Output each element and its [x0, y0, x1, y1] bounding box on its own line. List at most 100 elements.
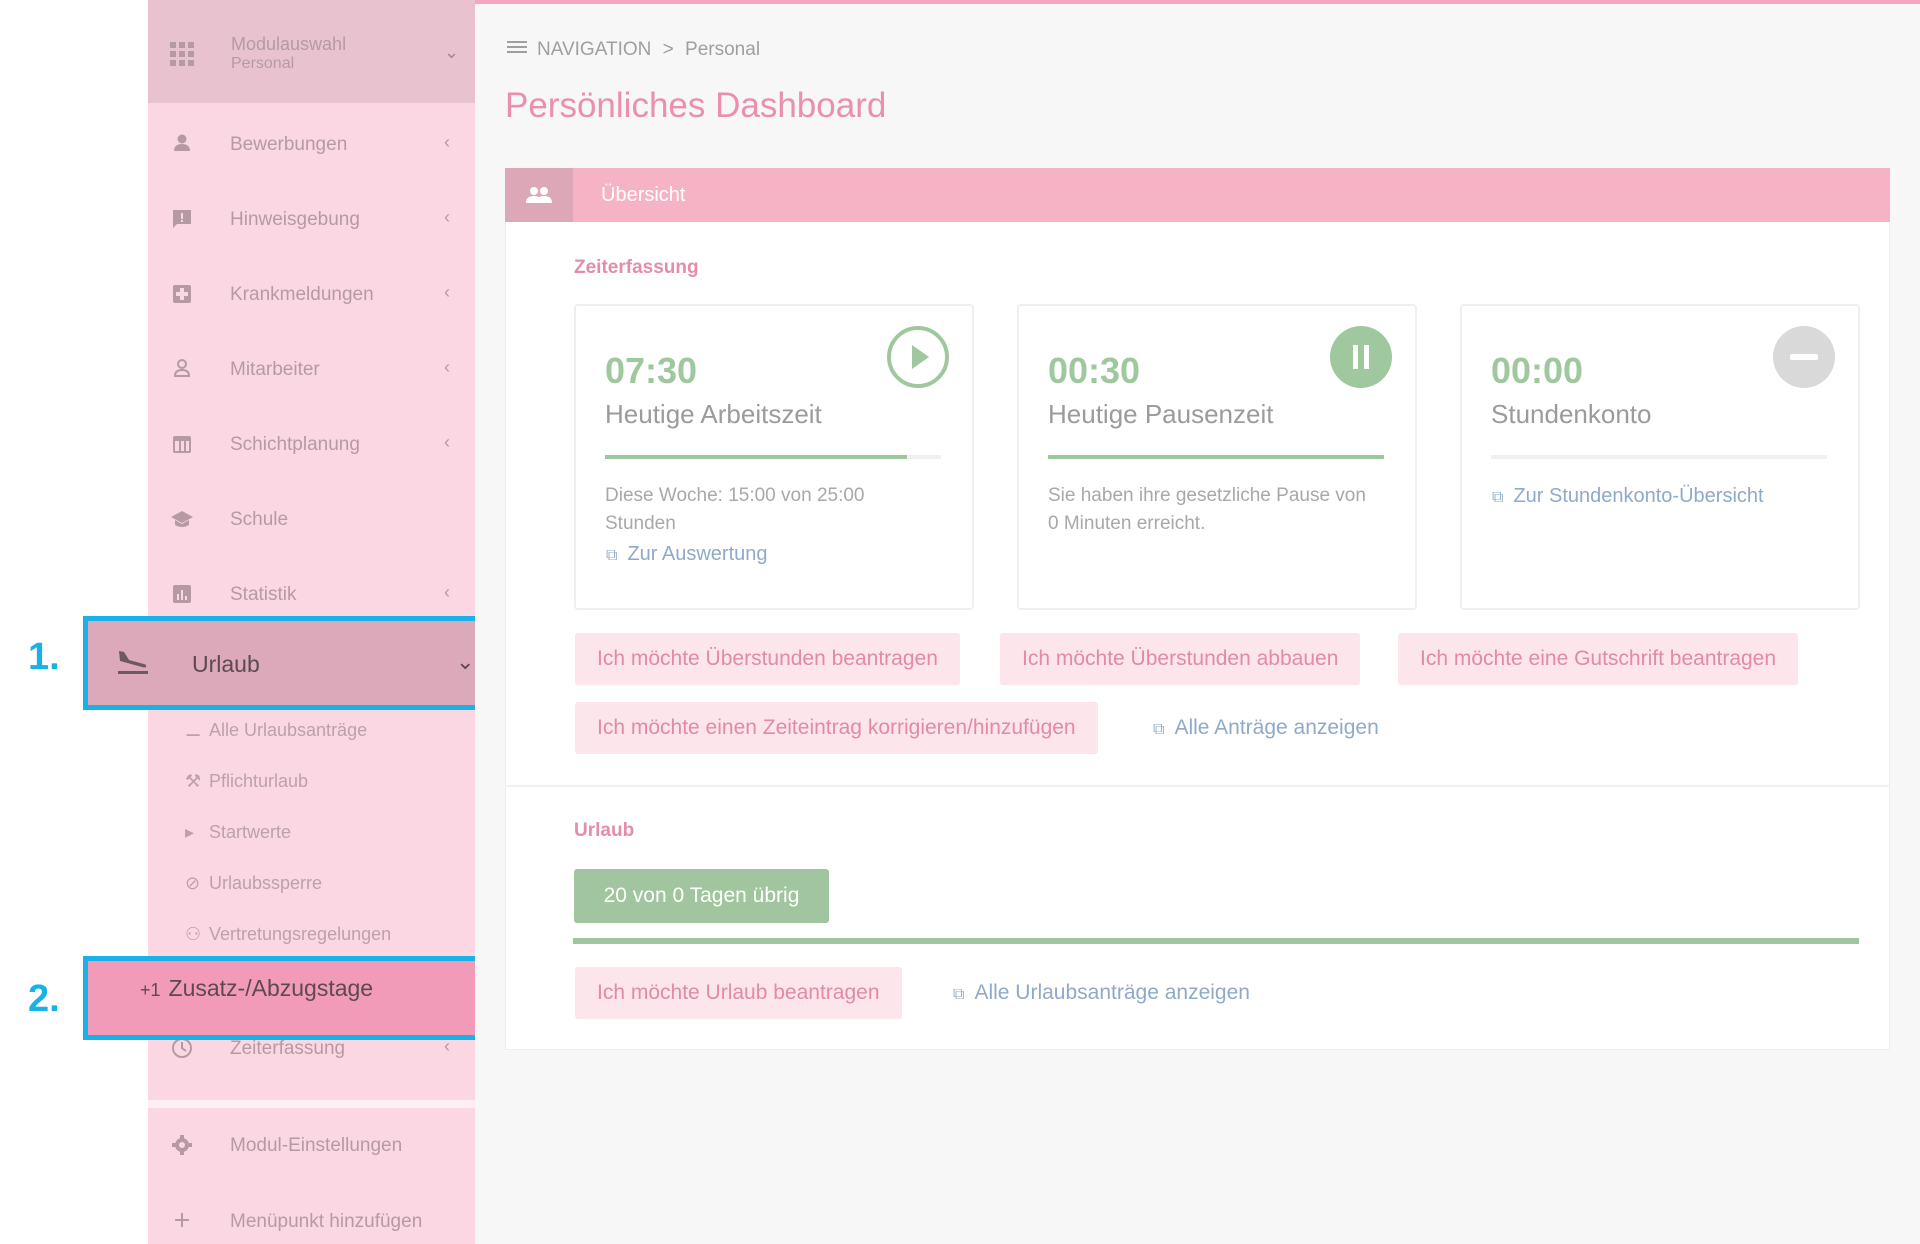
- link-label: Zur Stundenkonto-Übersicht: [1513, 485, 1764, 507]
- card-title: Stundenkonto: [1491, 399, 1652, 429]
- people-icon: [505, 168, 573, 222]
- chevron-left-icon: ‹: [444, 357, 450, 377]
- annotation-number-1: 1.: [28, 636, 60, 678]
- external-link-icon: ⧉: [953, 986, 965, 1003]
- sidebar-subitem-alle-urlaubsantraege[interactable]: ⚊ Alle Urlaubsanträge: [185, 720, 367, 741]
- block-icon: ⊘: [185, 873, 201, 893]
- section-title-urlaub: Urlaub: [574, 820, 635, 841]
- feedback-icon: [170, 208, 194, 232]
- page-title: Persönliches Dashboard: [505, 86, 887, 125]
- sidebar-item-modul-einstellungen[interactable]: Modul-Einstellungen: [148, 1116, 475, 1176]
- breadcrumb: NAVIGATION > Personal: [507, 39, 760, 61]
- gear-icon: [170, 1134, 194, 1158]
- card-text: Sie haben ihre gesetzliche Pause von 0 M…: [1048, 485, 1366, 534]
- breadcrumb-separator: >: [662, 39, 674, 60]
- link-alle-urlaubsantraege[interactable]: ⧉ Alle Urlaubsanträge anzeigen: [953, 981, 1250, 1005]
- people-icon: ⚇: [185, 924, 202, 944]
- sidebar-subitem-startwerte[interactable]: ▸ Startwerte: [185, 822, 291, 843]
- sidebar-subitem-label: Startwerte: [209, 822, 292, 842]
- menu-icon[interactable]: [507, 39, 529, 61]
- sidebar-item-label: Krankmeldungen: [230, 284, 374, 305]
- section-title-zeiterfassung: Zeiterfassung: [574, 257, 699, 278]
- apps-grid-icon: [170, 42, 194, 66]
- link-zur-auswertung[interactable]: ⧉ Zur Auswertung: [606, 543, 768, 566]
- sidebar-subitem-urlaubssperre[interactable]: ⊘ Urlaubssperre: [185, 873, 322, 894]
- breadcrumb-current: Personal: [685, 39, 761, 60]
- chevron-left-icon: ‹: [444, 432, 450, 452]
- sidebar-item-label: Modul-Einstellungen: [230, 1135, 403, 1156]
- correct-entry-button[interactable]: Ich möchte einen Zeiteintrag korrigieren…: [575, 702, 1098, 754]
- leave-progress-bar: [573, 938, 1859, 944]
- external-link-icon: ⧉: [1153, 721, 1165, 738]
- chevron-down-icon: ⌄: [444, 42, 460, 62]
- link-label: Alle Anträge anzeigen: [1174, 716, 1379, 739]
- sidebar-item-label: Menüpunkt hinzufügen: [230, 1211, 423, 1232]
- sidebar-item-mitarbeiter[interactable]: Mitarbeiter ‹: [148, 340, 475, 400]
- sidebar-item-krankmeldungen[interactable]: Krankmeldungen ‹: [148, 265, 475, 325]
- flight-land-icon: ⚊: [185, 720, 202, 740]
- panel-title: Übersicht: [601, 184, 686, 206]
- play-button[interactable]: [887, 326, 949, 388]
- sidebar-item-label: Mitarbeiter: [230, 359, 320, 380]
- play-icon: ▸: [185, 822, 195, 842]
- module-subtitle: Personal: [231, 55, 295, 72]
- progress-fill: [1048, 455, 1384, 459]
- sidebar-divider: [148, 1100, 475, 1108]
- clock-icon: [170, 1037, 194, 1061]
- sidebar-item-label: Zeiterfassung: [230, 1038, 346, 1059]
- sidebar-subitem-pflichturlaub[interactable]: ⚒ Pflichturlaub: [185, 771, 308, 792]
- sidebar-item-label: Schule: [230, 509, 289, 530]
- overtime-reduce-button[interactable]: Ich möchte Überstunden abbauen: [1000, 633, 1361, 685]
- progress-fill: [605, 455, 907, 459]
- link-label: Alle Urlaubsanträge anzeigen: [974, 981, 1250, 1004]
- sidebar-item-schule[interactable]: Schule: [148, 490, 475, 550]
- card-time: 00:30: [1048, 350, 1141, 391]
- chevron-left-icon: ‹: [444, 207, 450, 227]
- progress-track: [1491, 455, 1827, 459]
- external-link-icon: ⧉: [606, 547, 618, 564]
- overtime-request-button[interactable]: Ich möchte Überstunden beantragen: [575, 633, 960, 685]
- highlight-box-1: [83, 616, 501, 710]
- highlight-box-2: [83, 956, 501, 1040]
- panel-header: [505, 168, 1890, 222]
- chevron-left-icon: ‹: [444, 132, 450, 152]
- sidebar-item-label: Statistik: [230, 584, 297, 605]
- sidebar-item-schichtplanung[interactable]: Schichtplanung ‹: [148, 415, 475, 475]
- sidebar-item-label: Bewerbungen: [230, 134, 348, 155]
- card-title: Heutige Arbeitszeit: [605, 399, 822, 429]
- sidebar-item-hinweisgebung[interactable]: Hinweisgebung ‹: [148, 190, 475, 250]
- leave-remaining-badge: 20 von 0 Tagen übrig: [574, 869, 829, 923]
- card-time: 07:30: [605, 350, 698, 391]
- sidebar-item-label: Hinweisgebung: [230, 209, 360, 230]
- sidebar-item-menuepunkt-hinzufuegen[interactable]: Menüpunkt hinzufügen: [148, 1192, 475, 1244]
- module-title: Modulauswahl: [231, 34, 347, 54]
- school-icon: [170, 508, 194, 532]
- sidebar-item-bewerbungen[interactable]: Bewerbungen ‹: [148, 115, 475, 175]
- person-icon: [170, 133, 194, 157]
- link-label: Zur Auswertung: [627, 543, 768, 565]
- link-zur-stundenkonto-uebersicht[interactable]: ⧉ Zur Stundenkonto-Übersicht: [1492, 485, 1764, 508]
- breadcrumb-root[interactable]: NAVIGATION: [537, 39, 651, 60]
- card-text: Diese Woche: 15:00 von 25:00 Stunden: [605, 485, 865, 534]
- sidebar-subitem-label: Pflichturlaub: [209, 771, 309, 791]
- chart-icon: [170, 583, 194, 607]
- card-time: 00:00: [1491, 350, 1584, 391]
- minus-button[interactable]: [1773, 326, 1835, 388]
- link-alle-antraege[interactable]: ⧉ Alle Anträge anzeigen: [1153, 716, 1379, 740]
- gavel-icon: ⚒: [185, 771, 202, 791]
- urlaub-request-button[interactable]: Ich möchte Urlaub beantragen: [575, 967, 902, 1019]
- sidebar-subitem-vertretungsregelungen[interactable]: ⚇ Vertretungsregelungen: [185, 924, 391, 945]
- credit-request-button[interactable]: Ich möchte eine Gutschrift beantragen: [1398, 633, 1799, 685]
- sidebar-item-label: Schichtplanung: [230, 434, 360, 455]
- annotation-number-2: 2.: [28, 978, 60, 1020]
- chevron-left-icon: ‹: [444, 582, 450, 602]
- medical-icon: [170, 283, 194, 307]
- sidebar-subitem-label: Urlaubssperre: [209, 873, 323, 893]
- panel-divider: [505, 785, 1890, 787]
- person-outline-icon: [170, 358, 194, 382]
- external-link-icon: ⧉: [1492, 489, 1504, 506]
- module-selector[interactable]: Modulauswahl Personal ⌄: [148, 0, 475, 103]
- calendar-icon: [170, 433, 194, 457]
- pause-button[interactable]: [1330, 326, 1392, 388]
- sidebar-subitem-label: Alle Urlaubsanträge: [209, 720, 368, 740]
